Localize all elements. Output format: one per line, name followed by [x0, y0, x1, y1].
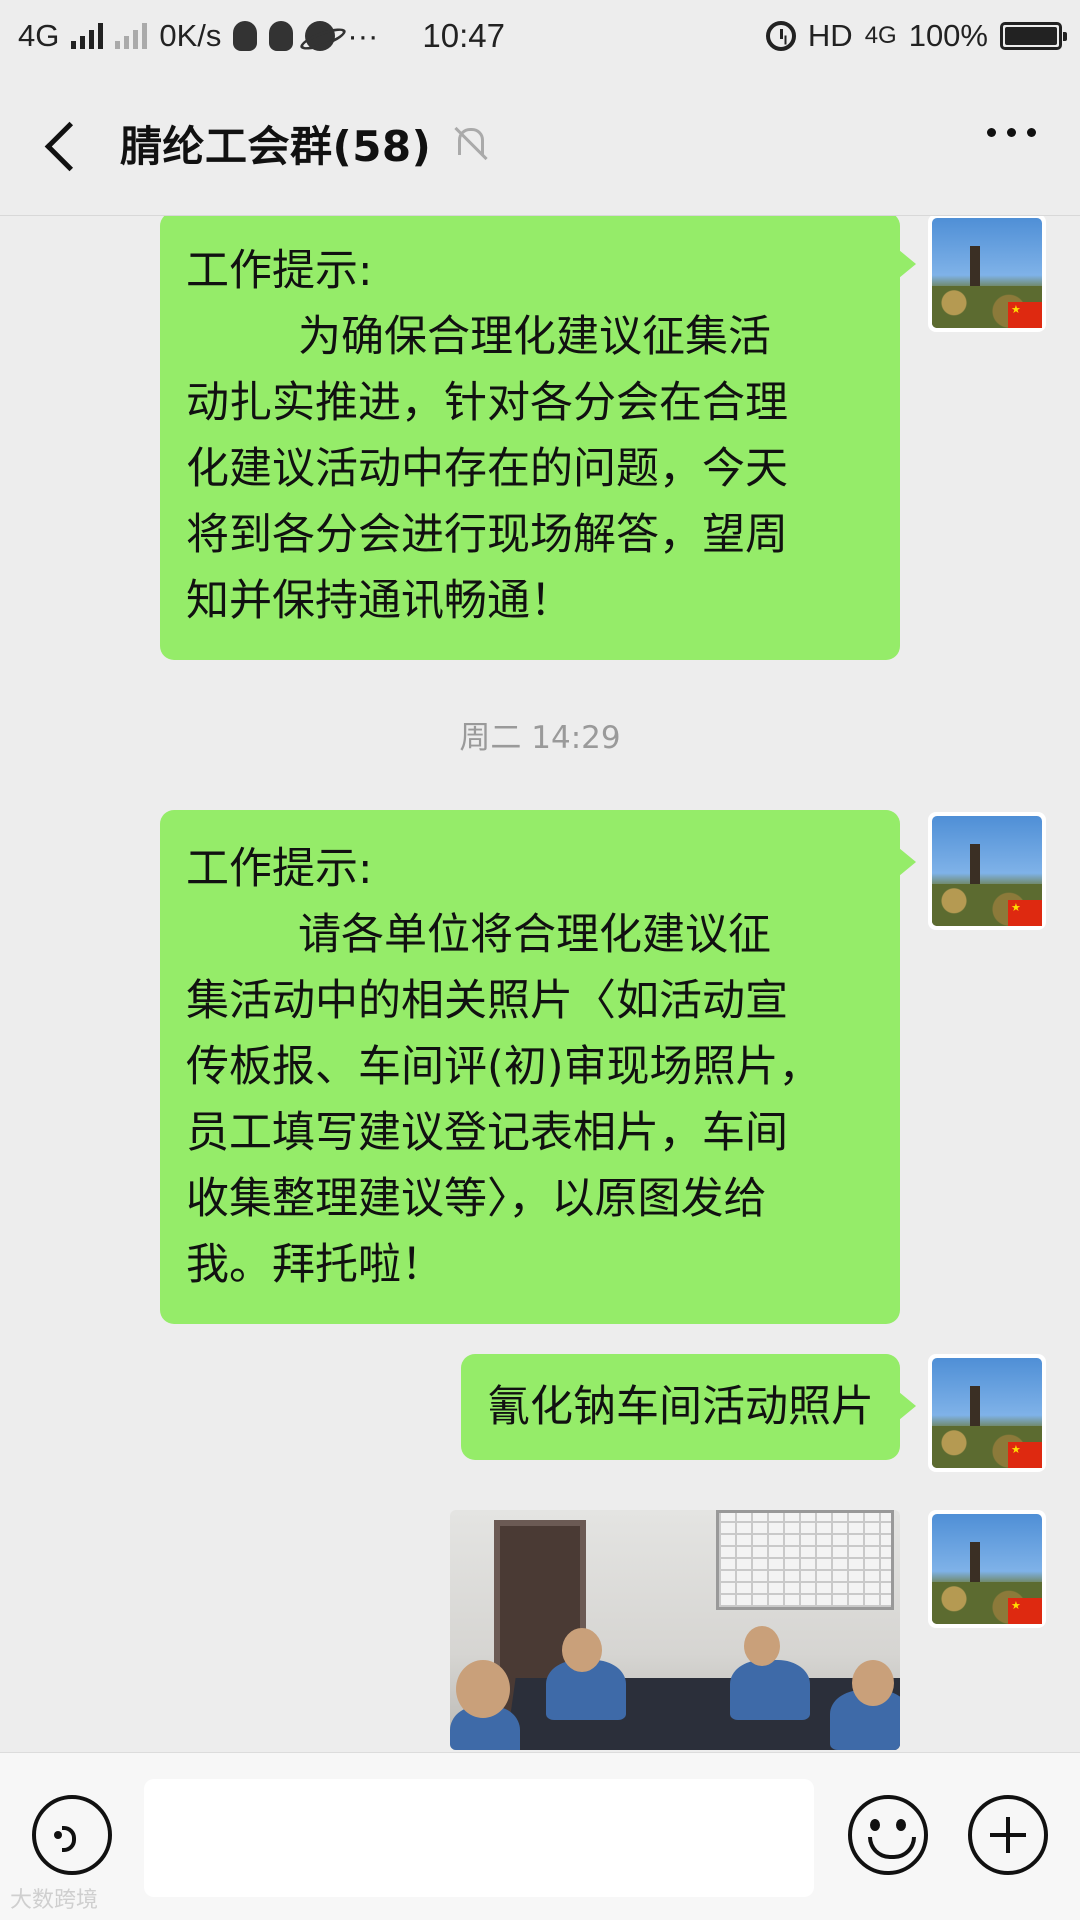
message-row: 氰化钠车间活动照片 ★ — [461, 1354, 1046, 1472]
status-right: HD 4G 100% — [765, 18, 1067, 54]
message-input[interactable] — [144, 1779, 814, 1897]
message-timestamp: 周二 14:29 — [459, 720, 621, 756]
message-line: 传板报、车间评(初)审现场照片， — [186, 1042, 822, 1092]
watermark: 大数跨境 — [10, 1887, 99, 1912]
emoji-icon[interactable] — [848, 1795, 928, 1875]
china-flag-icon: ★ — [1008, 302, 1042, 328]
message-row: ★ — [450, 1510, 1046, 1750]
network-type-right: 4G — [864, 22, 897, 49]
china-flag-icon: ★ — [1008, 1442, 1042, 1468]
photo-head — [456, 1660, 510, 1718]
clock-time: 10:47 — [422, 17, 505, 54]
message-line: 知并保持通讯畅通！ — [186, 576, 573, 626]
message-row: 工作提示: 为确保合理化建议征集活 动扎实推进，针对各分会在合理 化建议活动中存… — [160, 216, 1046, 660]
message-photo[interactable] — [450, 1510, 900, 1750]
message-line: 动扎实推进，针对各分会在合理 — [186, 378, 788, 428]
message-line: 工作提示: — [186, 246, 373, 296]
avatar[interactable]: ★ — [928, 1354, 1046, 1472]
message-row: 工作提示: 请各单位将合理化建议征 集活动中的相关照片〈如活动宣 传板报、车间评… — [160, 810, 1046, 1324]
message-line: 员工填写建议登记表相片，车间 — [186, 1108, 788, 1158]
message-line: 工作提示: — [186, 844, 373, 894]
planet-icon — [305, 21, 336, 51]
message-line: 集活动中的相关照片〈如活动宣 — [186, 976, 788, 1026]
photo-board — [716, 1510, 894, 1610]
message-bubble[interactable]: 工作提示: 为确保合理化建议征集活 动扎实推进，针对各分会在合理 化建议活动中存… — [160, 216, 916, 660]
network-type-left: 4G — [18, 18, 60, 53]
message-bubble[interactable]: 工作提示: 请各单位将合理化建议征 集活动中的相关照片〈如活动宣 传板报、车间评… — [160, 810, 916, 1324]
more-options-icon[interactable] — [987, 128, 1036, 137]
message-bubble[interactable]: 氰化钠车间活动照片 — [461, 1354, 916, 1460]
network-speed: 0K/s — [159, 18, 222, 53]
chat-title: 腈纶工会群(58) — [120, 122, 432, 171]
avatar[interactable]: ★ — [928, 812, 1046, 930]
input-bar: 大数跨境 — [0, 1752, 1080, 1920]
message-line: 请各单位将合理化建议征 — [298, 910, 771, 960]
status-bar: 4G 0K/s ··· 10:47 HD 4G 100% — [0, 0, 1080, 72]
battery-icon — [1000, 22, 1067, 50]
message-line: 氰化钠车间活动照片 — [487, 1382, 874, 1432]
hd-label: HD — [807, 18, 853, 53]
status-left: 4G 0K/s ··· 10:47 — [18, 17, 505, 55]
china-flag-icon: ★ — [1008, 1598, 1042, 1624]
message-line: 收集整理建议等〉，以原图发给 — [186, 1174, 767, 1224]
message-line: 化建议活动中存在的问题，今天 — [186, 444, 788, 494]
message-line: 我。拜托啦！ — [186, 1240, 444, 1290]
signal-icon — [71, 23, 104, 49]
signal-secondary-icon — [115, 23, 148, 49]
alarm-icon — [765, 21, 796, 51]
china-flag-icon: ★ — [1008, 900, 1042, 926]
qq-icon-2 — [269, 21, 294, 51]
photo-head — [852, 1660, 894, 1706]
voice-input-icon[interactable] — [32, 1795, 112, 1875]
avatar[interactable]: ★ — [928, 1510, 1046, 1628]
photo-head — [744, 1626, 780, 1666]
add-attachment-icon[interactable] — [968, 1795, 1048, 1875]
message-line: 将到各分会进行现场解答，望周 — [186, 510, 788, 560]
photo-person — [730, 1660, 810, 1720]
chat-area[interactable]: 工作提示: 为确保合理化建议征集活 动扎实推进，针对各分会在合理 化建议活动中存… — [0, 216, 1080, 1752]
back-icon[interactable] — [32, 109, 102, 179]
message-line: 为确保合理化建议征集活 — [298, 312, 771, 362]
photo-head — [562, 1628, 602, 1672]
mute-bell-icon — [449, 124, 489, 164]
battery-percent: 100% — [908, 18, 988, 53]
qq-icon — [233, 21, 258, 51]
more-notifications: ··· — [347, 18, 379, 53]
avatar[interactable]: ★ — [928, 216, 1046, 332]
chat-header: 腈纶工会群(58) — [0, 72, 1080, 216]
